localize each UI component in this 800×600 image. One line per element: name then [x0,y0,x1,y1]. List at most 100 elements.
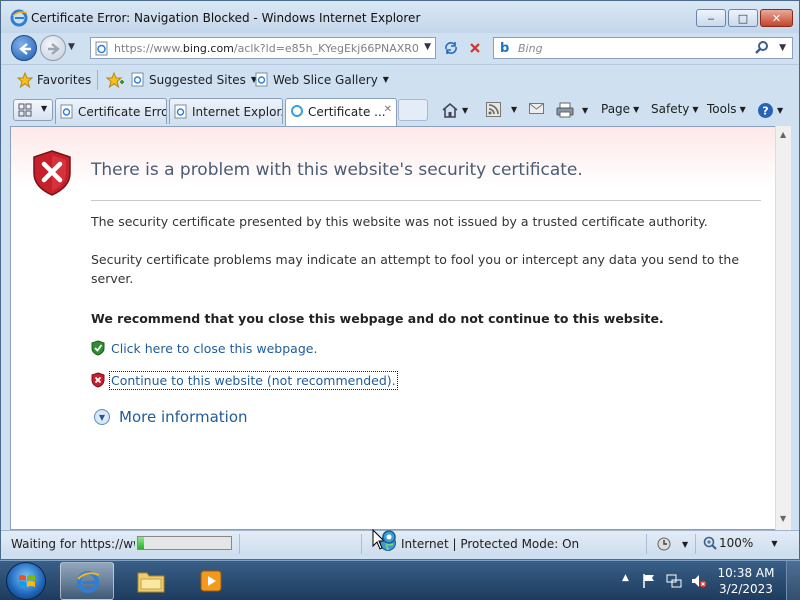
maximize-button[interactable]: □ [728,9,758,27]
ie-page-icon [174,104,187,119]
refresh-icon [445,42,457,54]
start-button[interactable] [6,562,46,600]
green-shield-icon [91,340,105,356]
clock-time: 10:38 AM [717,566,775,580]
url-domain: bing.com [182,42,234,55]
search-field[interactable]: b Bing ▼ [493,37,793,59]
progress-fill [138,537,144,549]
quick-tabs-button[interactable]: ▼ [13,99,53,121]
flag-icon[interactable] [642,573,656,589]
close-webpage-link[interactable]: Click here to close this webpage. [111,341,317,356]
chevron-down-icon: ▼ [382,75,389,84]
forward-arrow-icon [48,43,60,55]
tab-certificate-error-1[interactable]: Certificate Erro... [55,98,167,124]
url-text: https://www.bing.com/aclk?ld=e85h_KYegEk… [114,42,419,55]
address-field[interactable]: https://www.bing.com/aclk?ld=e85h_KYegEk… [90,37,436,59]
home-icon [442,102,458,118]
change-status-button[interactable]: ▼ [656,536,688,552]
search-icon[interactable] [754,40,770,56]
feeds-button[interactable]: ▼ [486,102,517,117]
network-icon[interactable] [666,573,682,589]
safety-menu[interactable]: Safety ▼ [651,102,699,116]
quick-tabs-icon [18,103,32,117]
page-menu-label: Page [601,102,631,116]
show-hidden-icons-button[interactable]: ▲ [622,573,629,583]
zoom-icon [703,536,717,550]
red-shield-icon [33,150,71,196]
forward-button[interactable] [40,35,66,61]
page-icon [255,72,268,87]
separator [695,534,696,554]
close-window-button[interactable]: ✕ [760,9,793,27]
mail-icon [529,103,544,114]
stop-icon [470,43,480,53]
continue-to-website-link[interactable]: Continue to this website (not recommende… [109,370,398,390]
close-webpage-row: Click here to close this webpage. [91,340,317,356]
tab-bar: ▼ Certificate Erro... Internet Explor...… [1,95,799,126]
web-slice-gallery-button[interactable]: Web Slice Gallery ▼ [255,72,389,87]
separator [646,534,647,554]
page-load-progress [137,536,232,550]
print-icon [556,102,574,118]
taskbar: ▲ 10:38 AM 3/2/2023 [0,560,800,600]
rss-icon [486,102,501,117]
separator [239,534,240,554]
refresh-button[interactable] [440,38,462,58]
favorites-button[interactable]: Favorites [17,72,91,88]
zoom-value: 100% [719,536,754,550]
show-desktop-button[interactable] [786,561,800,600]
scroll-down-icon[interactable]: ▼ [780,514,786,523]
print-button[interactable]: ▼ [556,102,588,118]
busy-cursor-icon [372,529,396,550]
title-bar[interactable]: Certificate Error: Navigation Blocked - … [1,1,799,33]
suggested-sites-label: Suggested Sites [149,72,246,87]
bing-icon: b [500,41,510,56]
more-information-toggle[interactable]: ▼ More information [94,408,248,426]
volume-muted-icon[interactable] [690,573,708,589]
search-placeholder: Bing [518,42,543,55]
add-to-favorites-bar-button[interactable] [106,72,124,88]
page-title: There is a problem with this website's s… [91,160,583,180]
address-dropdown[interactable]: ▼ [424,42,431,52]
new-tab-button[interactable] [398,99,428,121]
tab-certificate-error-active[interactable]: Certificate ... ✕ [285,98,397,126]
help-button[interactable]: ? ▼ [757,102,783,119]
url-path: /aclk?ld=e85h_KYegEkj66PNAXR0\ [233,42,419,55]
taskbar-media-player[interactable] [184,562,238,600]
tools-menu[interactable]: Tools ▼ [707,102,746,116]
ie-icon [10,9,28,27]
media-player-icon [200,570,222,592]
tab-internet-explorer[interactable]: Internet Explor... [169,98,283,124]
vertical-scrollbar[interactable]: ▲ ▼ [775,126,791,530]
system-clock[interactable]: 10:38 AM 3/2/2023 [716,565,776,597]
window-title: Certificate Error: Navigation Blocked - … [31,11,421,25]
back-arrow-icon [19,43,31,55]
web-slice-gallery-label: Web Slice Gallery [273,72,378,87]
separator [361,534,362,554]
back-button[interactable] [11,35,37,61]
recent-pages-dropdown[interactable]: ▼ [68,42,75,52]
taskbar-internet-explorer[interactable] [60,562,114,600]
scroll-up-icon[interactable]: ▲ [780,130,786,139]
page-menu[interactable]: Page ▼ [601,102,639,116]
home-button[interactable]: ▼ [441,102,468,118]
separator [97,70,98,90]
safety-menu-label: Safety [651,102,690,116]
close-tab-icon[interactable]: ✕ [384,104,392,115]
page-content: There is a problem with this website's s… [10,126,790,530]
security-zone[interactable]: Internet | Protected Mode: On [401,537,579,551]
chevron-down-icon: ▼ [777,106,784,115]
read-mail-button[interactable] [529,102,544,115]
zoom-level-button[interactable]: 100% ▼ [703,536,777,550]
stop-button[interactable] [464,38,486,58]
tab-label: Internet Explor... [192,105,283,119]
star-icon [17,72,33,88]
clock-date: 3/2/2023 [719,582,773,596]
minimize-button[interactable]: ‒ [696,9,726,27]
chevron-down-icon: ▼ [771,538,778,548]
taskbar-windows-explorer[interactable] [123,562,177,600]
suggested-sites-button[interactable]: Suggested Sites ▼ [131,72,257,87]
add-favorites-icon [106,72,124,88]
tab-label: Certificate ... [308,105,386,119]
search-options-dropdown[interactable]: ▼ [779,43,786,53]
